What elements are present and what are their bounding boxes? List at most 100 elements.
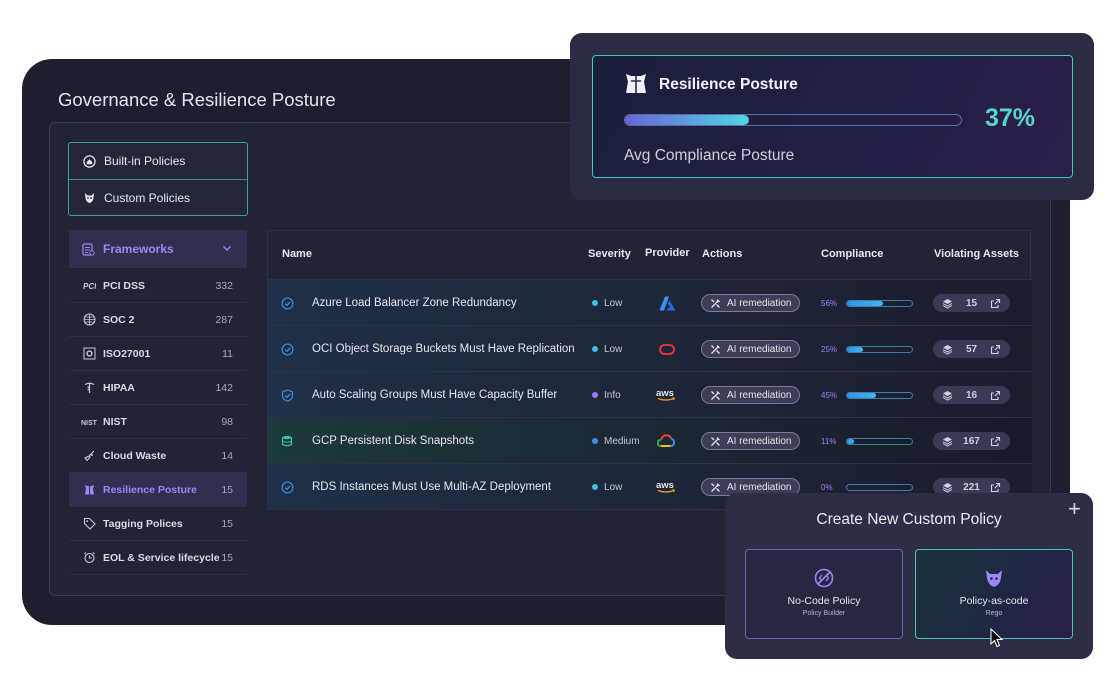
nist-logo-icon: NIST <box>81 418 97 426</box>
builtin-policies-button[interactable]: Built-in Policies <box>69 143 247 179</box>
external-link-icon <box>990 436 1001 446</box>
layers-icon <box>942 298 953 309</box>
table-row[interactable]: GCP Persistent Disk Snapshots Medium AI … <box>268 417 1032 463</box>
resilience-progress-fill <box>625 115 750 125</box>
severity-dot <box>592 346 598 352</box>
violating-count: 167 <box>963 435 980 447</box>
row-name: OCI Object Storage Buckets Must Have Rep… <box>312 343 575 355</box>
framework-label: EOL & Service lifecycle <box>103 551 220 564</box>
policy-as-code-option[interactable]: Policy-as-code Rego <box>915 549 1073 639</box>
severity-badge: Medium <box>592 418 640 464</box>
layers-icon <box>942 482 953 493</box>
layers-icon <box>942 344 953 355</box>
compliance-bar <box>846 437 913 445</box>
framework-count: 142 <box>215 381 233 394</box>
framework-item-cloud-waste[interactable]: Cloud Waste 14 <box>69 439 247 473</box>
compliance-bar <box>846 483 913 491</box>
row-name: Azure Load Balancer Zone Redundancy <box>312 297 517 309</box>
framework-item-soc2[interactable]: SOC 2 287 <box>69 303 247 337</box>
azure-logo-icon <box>659 280 676 326</box>
compliance-percent: 45% <box>821 390 838 400</box>
devil-icon <box>81 191 97 204</box>
severity-dot <box>592 438 598 444</box>
row-name: RDS Instances Must Use Multi-AZ Deployme… <box>312 481 552 493</box>
tools-icon <box>710 436 721 447</box>
framework-item-eol-service-lifecycle[interactable]: EOL & Service lifecycle 15 <box>69 541 247 575</box>
compliance-bar <box>846 391 913 399</box>
custom-policies-label: Custom Policies <box>104 190 191 205</box>
frameworks-list: PCI PCI DSS 332 SOC 2 287 ISO27001 11 HI… <box>69 269 247 575</box>
ai-remediation-button[interactable]: AI remediation <box>701 432 801 450</box>
framework-item-pci-dss[interactable]: PCI PCI DSS 332 <box>69 269 247 303</box>
oracle-logo-icon <box>659 326 675 372</box>
severity-dot <box>592 484 598 490</box>
custom-policies-button[interactable]: Custom Policies <box>69 179 247 215</box>
violating-assets-button[interactable]: 15 <box>933 294 1010 312</box>
ai-remediation-button[interactable]: AI remediation <box>701 386 801 404</box>
severity-label: Low <box>604 297 623 309</box>
plus-icon[interactable]: + <box>1068 498 1081 520</box>
column-header-compliance[interactable]: Compliance <box>821 248 883 260</box>
alarm-clock-icon <box>81 551 97 564</box>
option-subtitle: Policy Builder <box>802 610 846 617</box>
home-icon <box>81 154 97 168</box>
violating-assets-button[interactable]: 57 <box>933 340 1010 358</box>
compliance-bar-fill <box>847 438 855 444</box>
broom-icon <box>81 449 97 462</box>
armor-icon <box>624 72 648 101</box>
svg-text:NIST: NIST <box>81 420 97 426</box>
tools-icon <box>710 298 721 309</box>
severity-dot <box>592 392 598 398</box>
layers-icon <box>942 436 953 447</box>
framework-label: PCI DSS <box>103 279 146 292</box>
table-row[interactable]: Auto Scaling Groups Must Have Capacity B… <box>268 371 1032 417</box>
database-icon <box>281 418 294 464</box>
framework-item-iso27001[interactable]: ISO27001 11 <box>69 337 247 371</box>
compliance-percent: 25% <box>821 344 838 354</box>
compliance-bar-fill <box>847 392 877 398</box>
no-code-policy-option[interactable]: No-Code Policy Policy Builder <box>745 549 903 639</box>
resilience-posture-title: Resilience Posture <box>659 76 798 93</box>
framework-item-tagging-polices[interactable]: Tagging Polices 15 <box>69 507 247 541</box>
frameworks-header[interactable]: Frameworks <box>69 230 247 268</box>
framework-label: Cloud Waste <box>103 449 167 462</box>
framework-item-resilience-posture[interactable]: Resilience Posture 15 <box>69 473 247 507</box>
column-header-provider[interactable]: Provider <box>645 247 690 259</box>
column-header-violating-assets[interactable]: Violating Assets <box>934 248 1019 260</box>
framework-label: ISO27001 <box>103 347 151 360</box>
framework-item-hipaa[interactable]: HIPAA 142 <box>69 371 247 405</box>
tools-icon <box>710 482 721 493</box>
violating-assets-button[interactable]: 16 <box>933 386 1010 404</box>
framework-label: SOC 2 <box>103 313 135 326</box>
framework-count: 15 <box>221 551 233 564</box>
shield-check-icon <box>281 326 294 372</box>
globe-icon <box>81 313 97 326</box>
framework-count: 15 <box>221 483 233 496</box>
aws-logo-icon: aws <box>656 464 678 510</box>
ai-remediation-label: AI remediation <box>727 435 792 447</box>
ai-remediation-button[interactable]: AI remediation <box>701 294 801 312</box>
column-header-severity[interactable]: Severity <box>588 248 631 260</box>
severity-label: Info <box>604 389 621 401</box>
compliance-percent: 11% <box>821 436 837 446</box>
frameworks-label: Frameworks <box>103 242 174 256</box>
table-row[interactable]: Azure Load Balancer Zone Redundancy Low … <box>268 279 1032 325</box>
resilience-progress-bar <box>624 114 962 126</box>
severity-label: Medium <box>604 435 640 447</box>
column-header-name[interactable]: Name <box>282 248 312 260</box>
tools-icon <box>710 344 721 355</box>
policy-table: Name Severity Provider Actions Complianc… <box>267 230 1032 510</box>
violating-assets-button[interactable]: 167 <box>933 432 1010 450</box>
resilience-subtitle: Avg Compliance Posture <box>624 147 795 164</box>
violating-count: 16 <box>965 389 978 401</box>
ai-remediation-button[interactable]: AI remediation <box>701 340 801 358</box>
compliance-bar <box>846 299 913 307</box>
option-title: Policy-as-code <box>959 595 1029 607</box>
layers-icon <box>942 390 953 401</box>
svg-text:aws: aws <box>656 388 674 399</box>
compliance-bar-fill <box>847 300 884 306</box>
compliance-percent: 56% <box>821 298 838 308</box>
external-link-icon <box>990 482 1001 492</box>
table-row[interactable]: OCI Object Storage Buckets Must Have Rep… <box>268 325 1032 371</box>
framework-item-nist[interactable]: NIST NIST 98 <box>69 405 247 439</box>
